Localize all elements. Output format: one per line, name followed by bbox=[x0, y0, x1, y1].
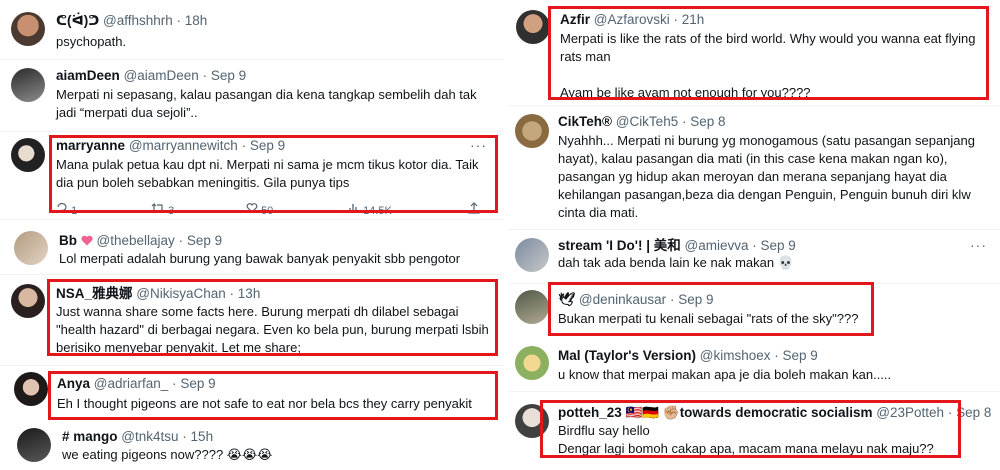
author-name[interactable]: stream 'I Do'! | 美和 bbox=[558, 238, 681, 253]
author-handle[interactable]: @amievva bbox=[685, 238, 749, 253]
tweet-card[interactable]: # mango @tnk4tsu · 15h we eating pigeons… bbox=[0, 424, 503, 470]
author-handle[interactable]: @affhshhrh bbox=[103, 13, 173, 28]
author-name[interactable]: CikTeh® bbox=[558, 114, 612, 129]
right-reply-column: Azfir @Azfarovski · 21h Merpati is like … bbox=[508, 0, 1000, 470]
tweet-text: Nyahhh... Merpati ni burung yg monogamou… bbox=[558, 133, 975, 220]
highlight-box bbox=[548, 6, 989, 100]
timestamp[interactable]: Sep 8 bbox=[690, 114, 725, 129]
tweet-text: we eating pigeons now???? 😭😭😭 bbox=[62, 447, 273, 462]
avatar[interactable] bbox=[11, 138, 45, 172]
author-handle[interactable]: @CikTeh5 bbox=[616, 114, 678, 129]
author-name[interactable]: # mango bbox=[62, 429, 118, 444]
tweet-text: dah tak ada benda lain ke nak makan 💀 bbox=[558, 255, 794, 270]
timestamp[interactable]: 18h bbox=[185, 13, 208, 28]
tweet-text: Lol merpati adalah burung yang bawak ban… bbox=[59, 251, 461, 266]
avatar[interactable] bbox=[515, 346, 549, 380]
avatar[interactable] bbox=[14, 372, 48, 406]
author-handle[interactable]: @kimshoex bbox=[700, 348, 771, 363]
timestamp[interactable]: Sep 9 bbox=[211, 68, 246, 83]
tweet-card[interactable]: CikTeh® @CikTeh5 · Sep 8 Nyahhh... Merpa… bbox=[508, 106, 1000, 230]
separator-dot: · bbox=[202, 68, 208, 83]
timestamp[interactable]: Sep 9 bbox=[783, 348, 818, 363]
avatar[interactable] bbox=[11, 12, 45, 46]
highlight-box bbox=[47, 279, 498, 356]
tweet-card[interactable]: ᕦ(ᐛ)ᕤ @affhshhrh · 18h psychopath. bbox=[0, 0, 503, 60]
timestamp[interactable]: Sep 8 bbox=[956, 405, 991, 420]
tweet-card[interactable]: aiamDeen @aiamDeen · Sep 9 Merpati ni se… bbox=[0, 60, 503, 132]
author-handle[interactable]: @tnk4tsu bbox=[121, 429, 178, 444]
tweet-card[interactable]: stream 'I Do'! | 美和 @amievva · Sep 9 ···… bbox=[508, 230, 1000, 284]
tweet-text: Merpati ni sepasang, kalau pasangan dia … bbox=[56, 87, 477, 120]
author-handle[interactable]: @thebellajay bbox=[97, 233, 175, 248]
highlight-box bbox=[48, 371, 498, 420]
separator-dot: · bbox=[176, 13, 182, 28]
separator-dot: · bbox=[178, 233, 184, 248]
separator-dot: · bbox=[752, 238, 757, 253]
avatar[interactable] bbox=[515, 290, 549, 324]
avatar[interactable] bbox=[11, 68, 45, 102]
avatar[interactable] bbox=[515, 238, 549, 272]
tweet-card[interactable]: Bb @thebellajay · Sep 9 Lol merpati adal… bbox=[0, 225, 503, 275]
author-name[interactable]: aiamDeen bbox=[56, 68, 120, 83]
avatar[interactable] bbox=[17, 428, 51, 462]
avatar[interactable] bbox=[515, 114, 549, 148]
separator-dot: · bbox=[182, 429, 187, 444]
more-options-icon[interactable]: ··· bbox=[970, 238, 987, 252]
tweet-text: u know that merpai makan apa je dia bole… bbox=[558, 367, 892, 382]
pink-heart-icon bbox=[81, 235, 93, 246]
highlight-box bbox=[540, 400, 961, 458]
avatar[interactable] bbox=[11, 284, 45, 318]
highlight-box bbox=[548, 282, 874, 336]
avatar[interactable] bbox=[14, 231, 48, 265]
timestamp[interactable]: 15h bbox=[191, 429, 214, 444]
tweet-card[interactable]: Mal (Taylor's Version) @kimshoex · Sep 9… bbox=[508, 340, 1000, 392]
avatar[interactable] bbox=[516, 10, 550, 44]
highlight-box bbox=[49, 135, 498, 213]
timestamp[interactable]: Sep 9 bbox=[761, 238, 796, 253]
author-handle[interactable]: @aiamDeen bbox=[124, 68, 199, 83]
separator-dot: · bbox=[681, 114, 687, 129]
author-name[interactable]: ᕦ(ᐛ)ᕤ bbox=[56, 13, 99, 28]
tweet-text: psychopath. bbox=[56, 34, 127, 49]
author-name[interactable]: Bb bbox=[59, 233, 77, 248]
author-name[interactable]: Mal (Taylor's Version) bbox=[558, 348, 696, 363]
timestamp[interactable]: Sep 9 bbox=[187, 233, 222, 248]
left-reply-column: ᕦ(ᐛ)ᕤ @affhshhrh · 18h psychopath. aiamD… bbox=[0, 0, 503, 470]
separator-dot: · bbox=[774, 348, 779, 363]
